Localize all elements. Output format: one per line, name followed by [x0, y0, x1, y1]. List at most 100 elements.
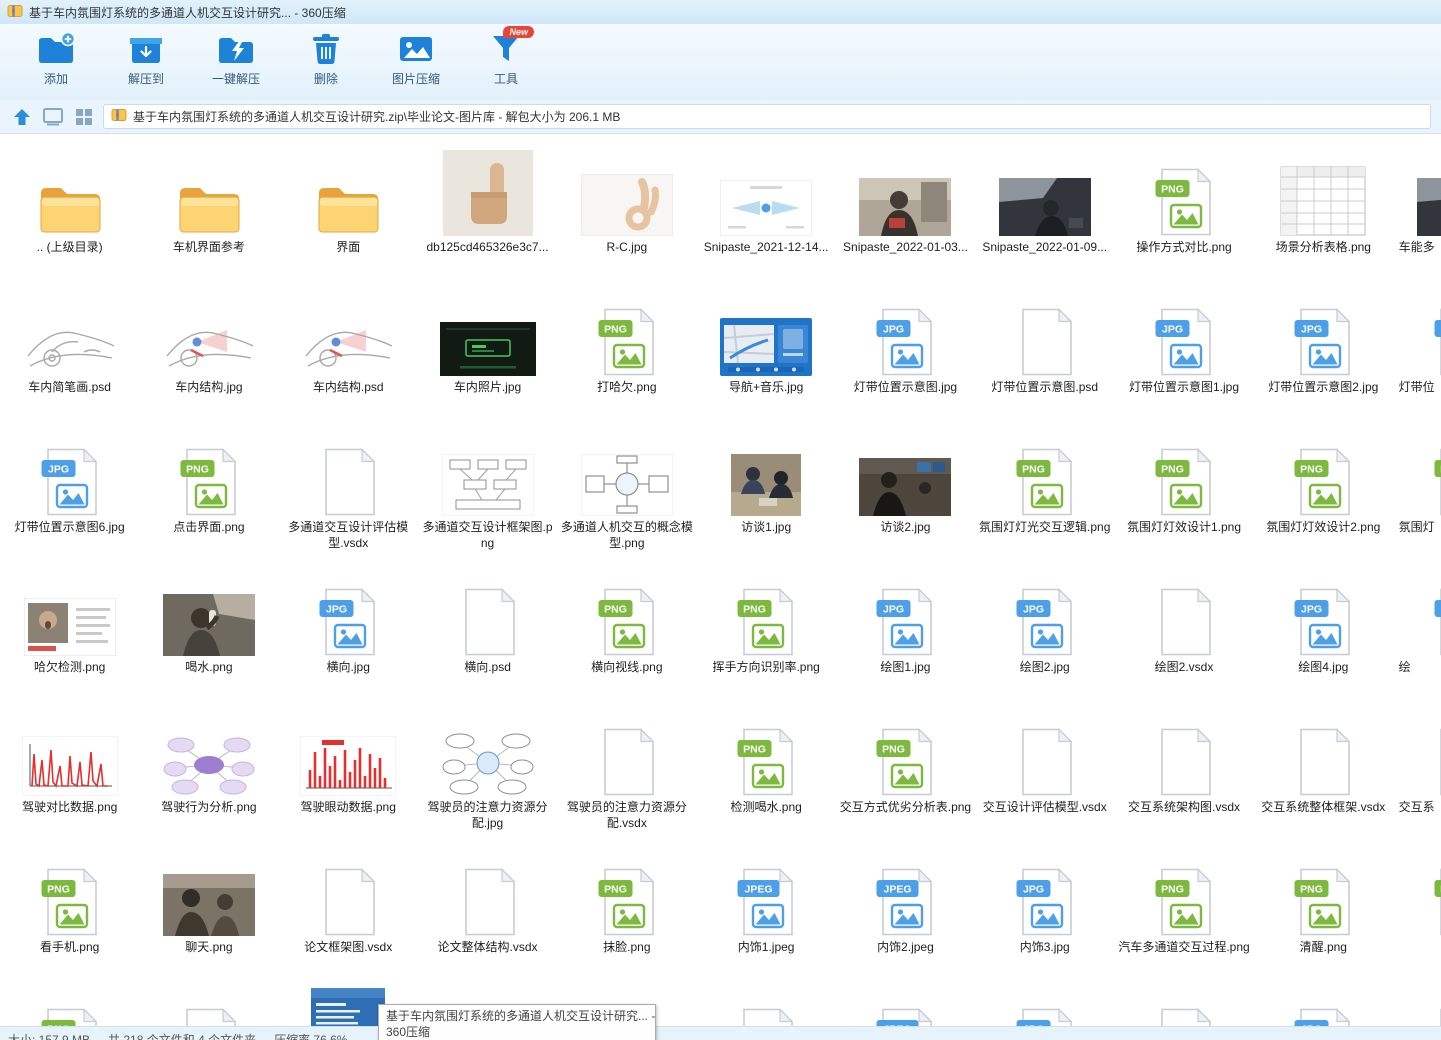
file-area: .. (上级目录) 车机界面参考 界面 db125cd465326e3c7... R-C… — [0, 134, 1441, 1026]
file-item[interactable]: PNG 点击界面.png — [139, 424, 278, 564]
file-item[interactable]: PNG — [0, 984, 139, 1026]
file-item[interactable]: 多通道人机交互的概念模型.png — [557, 424, 696, 564]
file-item[interactable]: PNG 检测喝水.png — [696, 704, 835, 844]
file-item[interactable]: JPG 横向.jpg — [279, 564, 418, 704]
file-item[interactable]: PNG 交互方式优劣分析表.png — [836, 704, 975, 844]
file-item[interactable]: 论文整体结构.vsdx — [418, 844, 557, 984]
address-bar[interactable]: 基于车内氛围灯系统的多通道人机交互设计研究.zip\毕业论文-图片库 - 解包大… — [103, 104, 1431, 129]
folder-icon — [176, 144, 242, 236]
file-item[interactable] — [1114, 984, 1253, 1026]
file-item[interactable] — [1393, 984, 1441, 1026]
file-item[interactable]: 驾驶行为分析.png — [139, 704, 278, 844]
file-item[interactable]: Snipaste_2022-01-09... — [975, 144, 1114, 284]
file-item[interactable]: 交互设计评估模型.vsdx — [975, 704, 1114, 844]
document-file-icon — [1294, 704, 1352, 796]
toolbar-button-image-compress[interactable]: 图片压缩 — [376, 31, 456, 87]
file-item[interactable]: PNG 操作方式对比.png — [1114, 144, 1253, 284]
file-item[interactable]: 访谈2.jpg — [836, 424, 975, 564]
file-item[interactable]: 论文框架图.vsdx — [279, 844, 418, 984]
file-item[interactable]: 车内简笔画.psd — [0, 284, 139, 424]
file-item[interactable]: PNG 氛围灯灯效设计1.png — [1114, 424, 1253, 564]
file-item[interactable]: 喝水.png — [139, 564, 278, 704]
file-item[interactable]: PNG 清醒.png — [1254, 844, 1393, 984]
file-item[interactable]: JPG 内饰3.jpg — [975, 844, 1114, 984]
file-item[interactable]: 车机界面参考 — [139, 144, 278, 284]
file-item[interactable]: JPG 灯带位置示意图2.jpg — [1254, 284, 1393, 424]
file-item[interactable]: 交互系统架构图.vsdx — [1114, 704, 1253, 844]
file-item[interactable]: 驾驶员的注意力资源分配.jpg — [418, 704, 557, 844]
file-item[interactable]: 哈欠检测.png — [0, 564, 139, 704]
file-item[interactable] — [696, 984, 835, 1026]
file-item[interactable]: 交互系统整体框架.vsdx — [1254, 704, 1393, 844]
file-item[interactable]: 访谈1.jpg — [696, 424, 835, 564]
file-item[interactable]: Snipaste_2021-12-14... — [696, 144, 835, 284]
file-name: 车内结构.psd — [312, 380, 384, 394]
file-item[interactable]: 车能多 — [1393, 144, 1441, 284]
file-item[interactable]: JPG 绘图2.jpg — [975, 564, 1114, 704]
file-item[interactable]: PNG — [1393, 844, 1441, 984]
file-item[interactable]: JPG — [975, 984, 1114, 1026]
file-item[interactable]: 横向.psd — [418, 564, 557, 704]
file-item[interactable]: 聊天.png — [139, 844, 278, 984]
file-item[interactable]: JPG 绘图1.jpg — [836, 564, 975, 704]
file-item[interactable]: 多通道交互设计框架图.png — [418, 424, 557, 564]
file-item[interactable]: PNG 汽车多通道交互过程.png — [1114, 844, 1253, 984]
file-item[interactable]: R-C.jpg — [557, 144, 696, 284]
file-item[interactable]: PNG 氛围灯灯光交互逻辑.png — [975, 424, 1114, 564]
file-item[interactable]: 交互系 — [1393, 704, 1441, 844]
file-name: R-C.jpg — [606, 240, 648, 254]
file-item[interactable]: 多通道交互设计评估模型.vsdx — [279, 424, 418, 564]
file-item[interactable]: JPG — [1254, 984, 1393, 1026]
status-count: 共 218 个文件和 4 个文件夹 — [108, 1033, 257, 1040]
image-thumbnail — [162, 564, 255, 656]
file-item[interactable]: 驾驶眼动数据.png — [279, 704, 418, 844]
file-item[interactable]: 驾驶员的注意力资源分配.vsdx — [557, 704, 696, 844]
file-item[interactable]: 车内照片.jpg — [418, 284, 557, 424]
jpg-file-icon: JPG — [1434, 284, 1441, 376]
document-file-icon — [1016, 704, 1074, 796]
file-item[interactable]: 场景分析表格.png — [1254, 144, 1393, 284]
file-item[interactable]: PNG 挥手方向识别率.png — [696, 564, 835, 704]
file-item[interactable]: JPEG 内饰1.jpeg — [696, 844, 835, 984]
file-item[interactable]: Snipaste_2022-01-03... — [836, 144, 975, 284]
file-item[interactable]: 车内结构.jpg — [139, 284, 278, 424]
file-item[interactable]: PNG 抹脸.png — [557, 844, 696, 984]
file-item[interactable]: JPG 绘 — [1393, 564, 1441, 704]
file-item[interactable]: PNG 看手机.png — [0, 844, 139, 984]
up-button[interactable] — [10, 105, 34, 129]
file-item[interactable]: 驾驶对比数据.png — [0, 704, 139, 844]
toolbar-button-extract-to[interactable]: 解压到 — [106, 31, 186, 87]
file-item[interactable]: 导航+音乐.jpg — [696, 284, 835, 424]
toolbar-button-one-click-extract[interactable]: 一键解压 — [196, 31, 276, 87]
jpg-file-icon: JPG — [1016, 844, 1074, 936]
file-item[interactable]: PNG 横向视线.png — [557, 564, 696, 704]
file-item[interactable]: 绘图2.vsdx — [1114, 564, 1253, 704]
file-item[interactable]: JPEG — [836, 984, 975, 1026]
file-name: 论文整体结构.vsdx — [437, 940, 538, 954]
toolbar-button-delete[interactable]: 删除 — [286, 31, 366, 87]
file-item[interactable]: JPG 灯带位置示意图1.jpg — [1114, 284, 1253, 424]
file-item[interactable]: 灯带位置示意图.psd — [975, 284, 1114, 424]
file-item[interactable]: JPG 灯带位置示意图.jpg — [836, 284, 975, 424]
toolbar-button-tools[interactable]: New 工具 — [466, 26, 546, 87]
view-pane-button[interactable] — [41, 105, 65, 129]
file-item[interactable]: .. (上级目录) — [0, 144, 139, 284]
file-item[interactable]: JPEG 内饰2.jpeg — [836, 844, 975, 984]
view-grid-button[interactable] — [72, 105, 96, 129]
file-item[interactable]: 界面 — [279, 144, 418, 284]
file-item[interactable]: JPG 灯带位置示意图6.jpg — [0, 424, 139, 564]
file-item[interactable]: PNG 氛围灯灯效设计2.png — [1254, 424, 1393, 564]
file-item[interactable]: db125cd465326e3c7... — [418, 144, 557, 284]
file-item[interactable]: 车内结构.psd — [279, 284, 418, 424]
file-item[interactable]: JPG 灯带位 — [1393, 284, 1441, 424]
new-badge: New — [503, 26, 534, 38]
toolbar-button-add[interactable]: 添加 — [16, 31, 96, 87]
image-thumbnail — [1280, 144, 1366, 236]
image-thumbnail — [720, 284, 813, 376]
file-item[interactable]: PNG 打哈欠.png — [557, 284, 696, 424]
file-item[interactable] — [139, 984, 278, 1026]
file-item[interactable]: PNG 氛围灯 — [1393, 424, 1441, 564]
file-item[interactable]: JPG 绘图4.jpg — [1254, 564, 1393, 704]
svg-text:PNG: PNG — [186, 464, 209, 476]
window-title: 基于车内氛围灯系统的多通道人机交互设计研究... - 360压缩 — [29, 5, 346, 20]
